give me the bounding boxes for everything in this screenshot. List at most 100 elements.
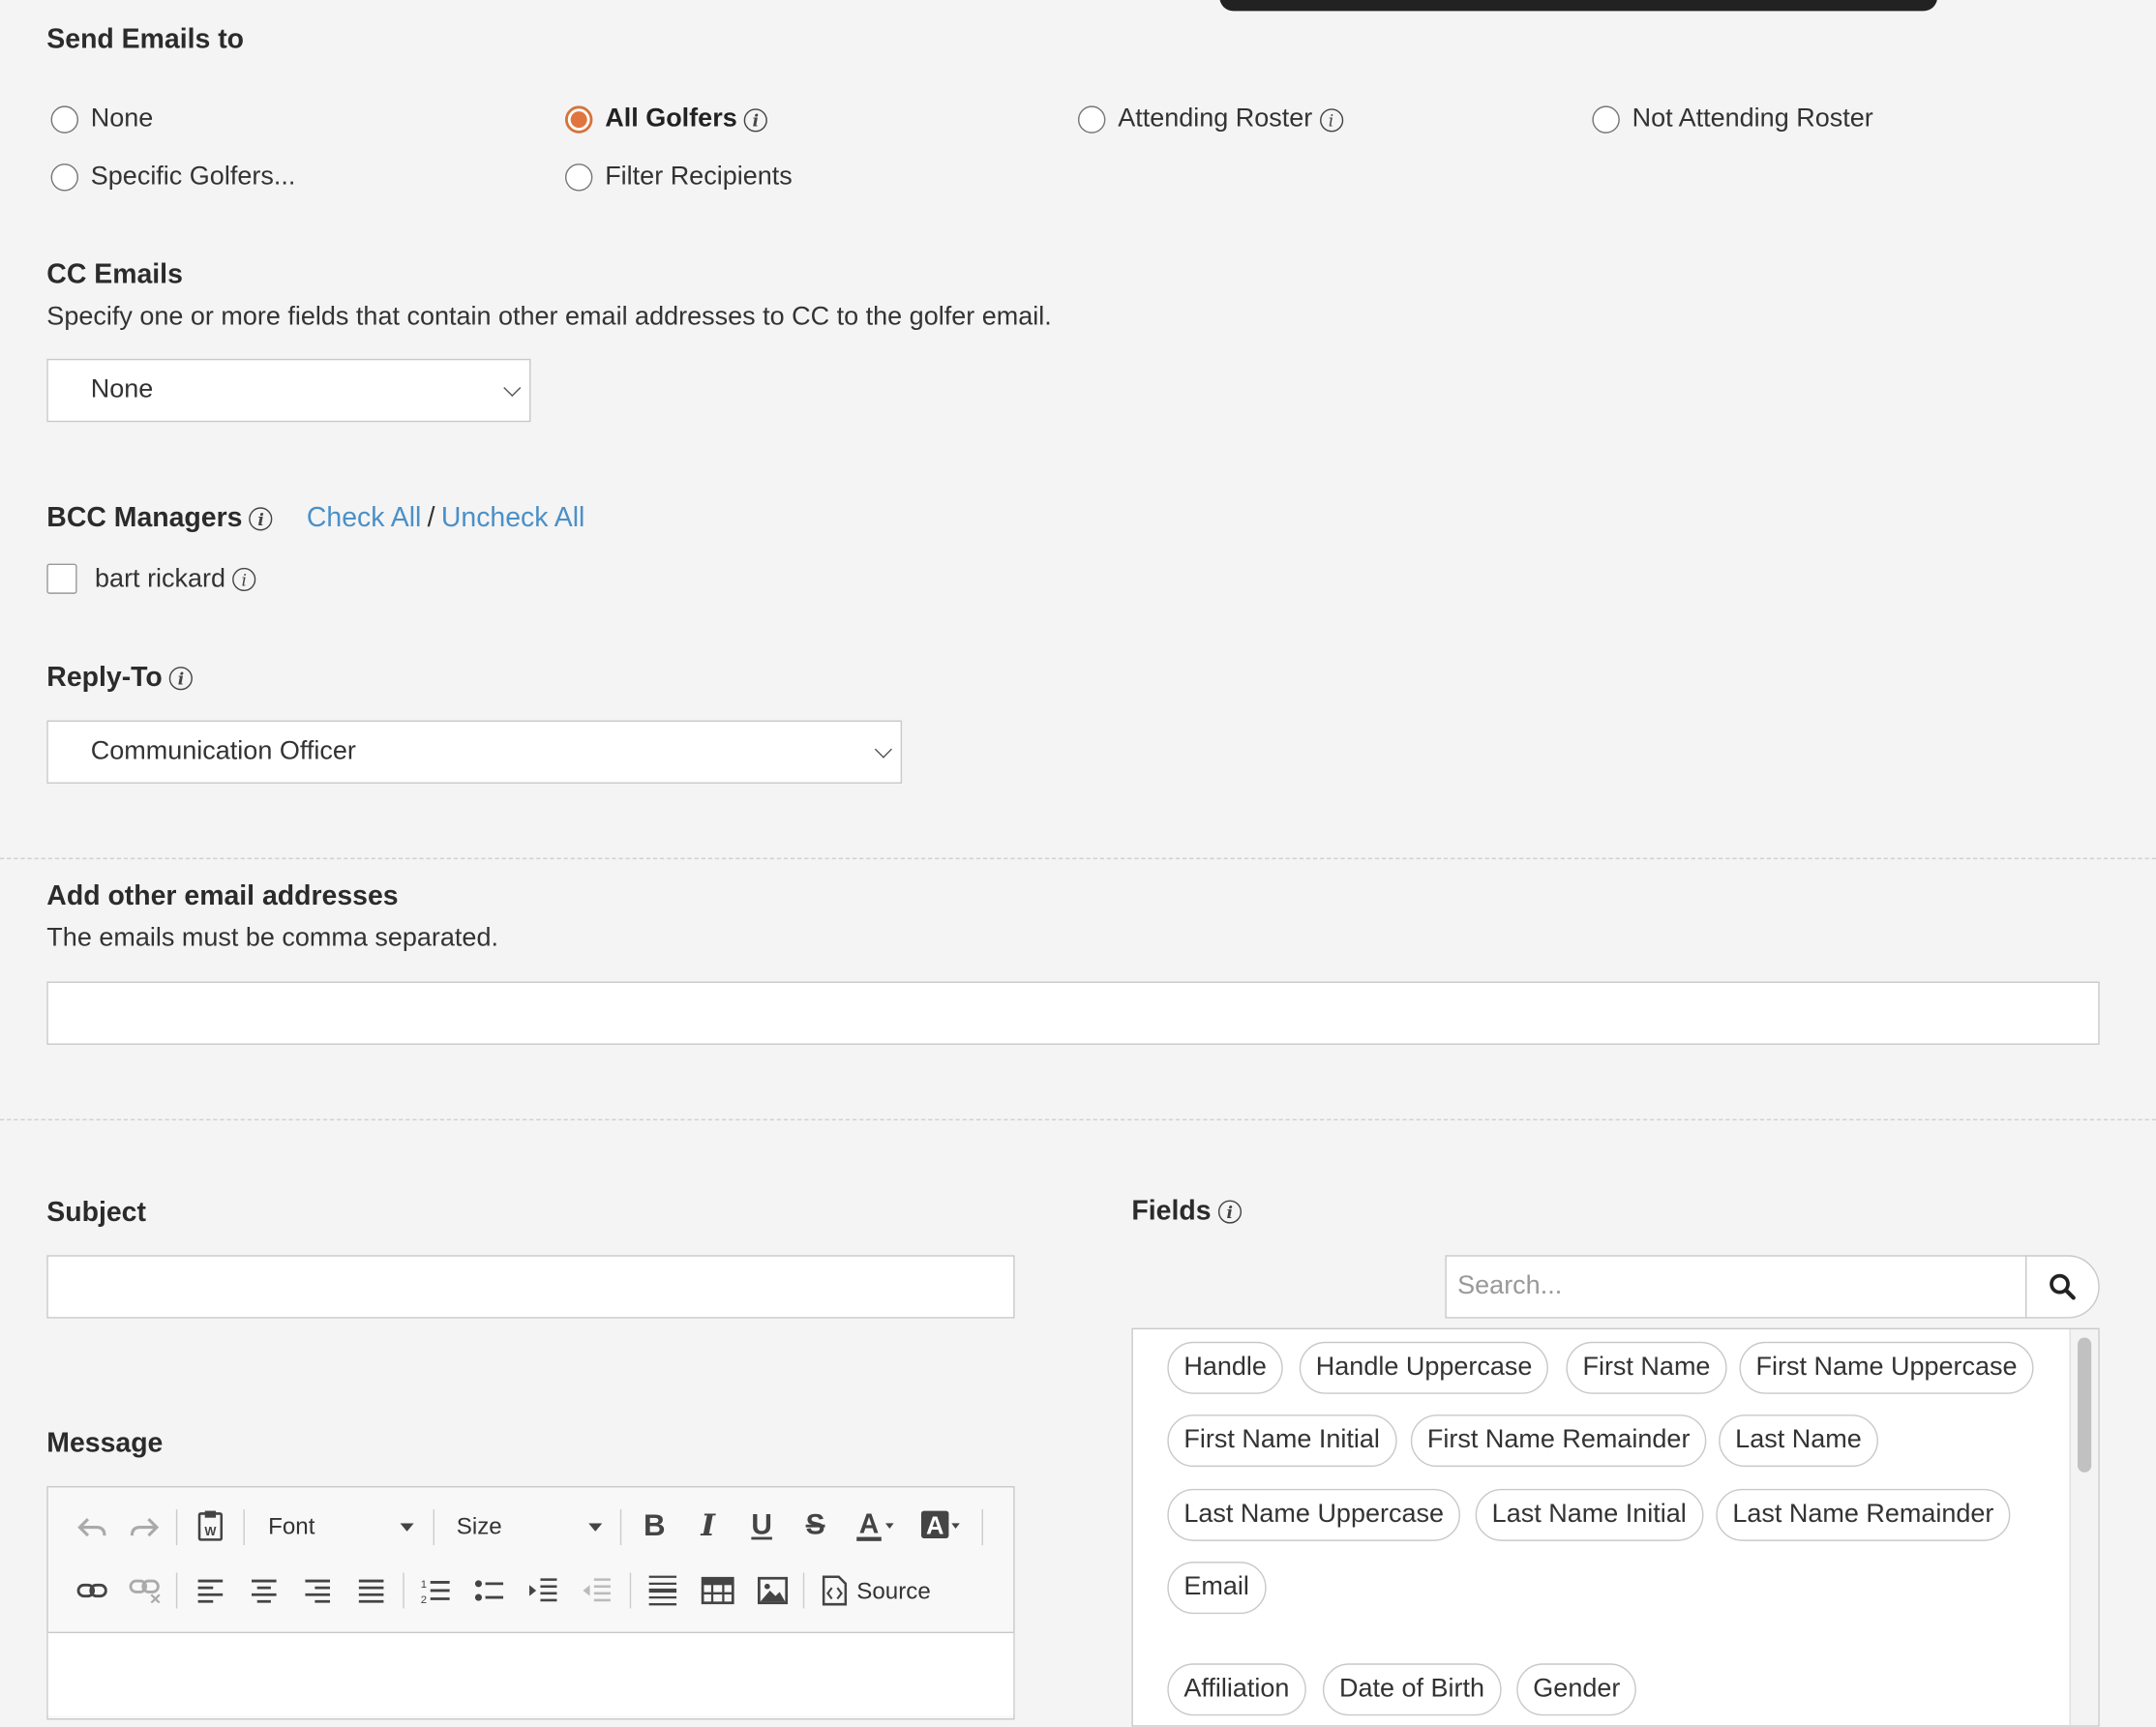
- other-emails-title: Add other email addresses: [46, 880, 399, 912]
- radio-filter-recipients[interactable]: Filter Recipients: [564, 162, 793, 193]
- info-icon[interactable]: i: [1319, 107, 1343, 132]
- justify-icon[interactable]: [355, 1574, 388, 1607]
- search-icon: [2050, 1273, 2076, 1300]
- field-chip[interactable]: Date of Birth: [1322, 1663, 1502, 1716]
- field-chip[interactable]: Gender: [1516, 1663, 1637, 1716]
- chevron-down-icon: [874, 740, 892, 759]
- numbered-list-icon[interactable]: 12: [419, 1574, 452, 1607]
- info-icon[interactable]: i: [232, 568, 256, 592]
- divider: [0, 857, 2156, 860]
- undo-icon[interactable]: [75, 1511, 108, 1544]
- field-chip[interactable]: First Name Initial: [1167, 1414, 1396, 1468]
- check-all-link[interactable]: Check All: [307, 503, 421, 533]
- info-icon[interactable]: i: [1217, 1200, 1242, 1224]
- reply-to-value: Communication Officer: [90, 736, 356, 766]
- fields-list: Handle Handle Uppercase First Name First…: [1131, 1327, 2100, 1727]
- fields-title-text: Fields: [1131, 1196, 1212, 1227]
- radio-label: Attending Roster: [1118, 104, 1313, 134]
- field-chip[interactable]: Last Name Uppercase: [1167, 1488, 1461, 1541]
- field-chip[interactable]: Email: [1167, 1562, 1266, 1615]
- svg-text:W: W: [204, 1524, 217, 1538]
- send-emails-title: Send Emails to: [46, 24, 245, 55]
- message-body[interactable]: [47, 1631, 1014, 1716]
- radio-label: All Golfers: [605, 104, 737, 134]
- other-emails-description: The emails must be comma separated.: [46, 923, 498, 953]
- radio-label: Filter Recipients: [605, 162, 793, 192]
- field-chip[interactable]: Affiliation: [1167, 1663, 1306, 1716]
- radio-specific-golfers[interactable]: Specific Golfers...: [50, 163, 295, 193]
- info-icon[interactable]: i: [249, 507, 273, 531]
- radio-label: None: [90, 104, 154, 134]
- field-chip[interactable]: Last Name: [1719, 1414, 1878, 1468]
- bcc-title-text: BCC Managers: [46, 503, 243, 534]
- bullet-list-icon[interactable]: [473, 1574, 506, 1607]
- field-chip[interactable]: Handle: [1167, 1341, 1284, 1394]
- paste-word-icon[interactable]: W: [194, 1508, 226, 1544]
- cc-emails-title: CC Emails: [46, 259, 183, 290]
- manager-checkbox[interactable]: [46, 563, 77, 594]
- unlink-icon[interactable]: [128, 1574, 164, 1607]
- email-settings-page: Send Emails to None All Golfers i Attend…: [0, 0, 2156, 1727]
- align-right-icon[interactable]: [301, 1574, 334, 1607]
- align-left-icon[interactable]: [194, 1574, 226, 1607]
- chevron-down-icon: [400, 1521, 414, 1534]
- link-icon[interactable]: [75, 1574, 108, 1607]
- reply-to-title-text: Reply-To: [46, 662, 163, 694]
- radio-all-golfers[interactable]: All Golfers i: [564, 104, 767, 134]
- chevron-down-icon: [503, 378, 522, 398]
- horizontal-rule-icon[interactable]: [646, 1573, 679, 1609]
- cc-emails-select[interactable]: None: [46, 358, 531, 423]
- table-icon[interactable]: [700, 1574, 735, 1607]
- field-chip[interactable]: Handle Uppercase: [1299, 1341, 1549, 1394]
- search-button[interactable]: [2024, 1255, 2100, 1319]
- uncheck-all-link[interactable]: Uncheck All: [441, 503, 584, 533]
- italic-icon[interactable]: I: [693, 1508, 723, 1544]
- subject-input[interactable]: [46, 1255, 1015, 1319]
- bold-icon[interactable]: B: [640, 1508, 670, 1543]
- fields-search-input[interactable]: Search...: [1445, 1255, 2027, 1319]
- radio-not-attending-roster[interactable]: Not Attending Roster: [1592, 104, 1873, 134]
- background-color-icon[interactable]: A: [920, 1506, 967, 1545]
- radio-circle[interactable]: [50, 105, 78, 134]
- source-button[interactable]: Source: [856, 1578, 931, 1605]
- field-chip[interactable]: Last Name Remainder: [1716, 1488, 2011, 1541]
- font-dropdown[interactable]: Font: [268, 1513, 314, 1540]
- radio-circle[interactable]: [564, 105, 593, 134]
- cc-emails-value: None: [90, 374, 154, 404]
- radio-circle[interactable]: [1592, 105, 1620, 134]
- svg-text:2: 2: [421, 1594, 427, 1604]
- reply-to-select[interactable]: Communication Officer: [46, 720, 903, 784]
- redo-icon[interactable]: [128, 1511, 161, 1544]
- source-icon[interactable]: [821, 1574, 848, 1607]
- field-chip[interactable]: First Name Remainder: [1410, 1414, 1707, 1468]
- radio-attending-roster[interactable]: Attending Roster i: [1077, 104, 1343, 134]
- bcc-check-links: Check All / Uncheck All: [307, 503, 585, 535]
- reply-to-title: Reply-To i: [46, 662, 194, 695]
- underline-icon[interactable]: U: [747, 1509, 777, 1542]
- chevron-down-icon: [588, 1521, 603, 1534]
- strikethrough-icon[interactable]: S: [800, 1509, 830, 1542]
- field-chip[interactable]: First Name Uppercase: [1739, 1341, 2034, 1394]
- field-chip[interactable]: Last Name Initial: [1475, 1488, 1703, 1541]
- indent-icon[interactable]: [526, 1574, 559, 1607]
- scrollbar-thumb[interactable]: [2077, 1337, 2092, 1473]
- divider: [0, 1118, 2156, 1121]
- radio-circle[interactable]: [1077, 105, 1106, 134]
- toast-bar: [1219, 0, 1938, 12]
- other-emails-input[interactable]: [46, 981, 2100, 1045]
- manager-name: bart rickard: [95, 564, 226, 594]
- radio-circle[interactable]: [564, 164, 593, 192]
- svg-text:1: 1: [421, 1579, 427, 1591]
- align-center-icon[interactable]: [248, 1574, 281, 1607]
- manager-label: bart rickard i: [95, 564, 256, 595]
- outdent-icon[interactable]: [581, 1574, 614, 1607]
- radio-circle[interactable]: [50, 164, 78, 192]
- radio-none[interactable]: None: [50, 104, 154, 134]
- field-chip[interactable]: First Name: [1566, 1341, 1727, 1394]
- info-icon[interactable]: i: [743, 107, 767, 132]
- image-icon[interactable]: [755, 1574, 791, 1607]
- text-color-icon[interactable]: A: [853, 1506, 900, 1545]
- size-dropdown[interactable]: Size: [457, 1513, 502, 1540]
- fields-scrollbar[interactable]: [2069, 1329, 2099, 1726]
- info-icon[interactable]: i: [168, 667, 194, 691]
